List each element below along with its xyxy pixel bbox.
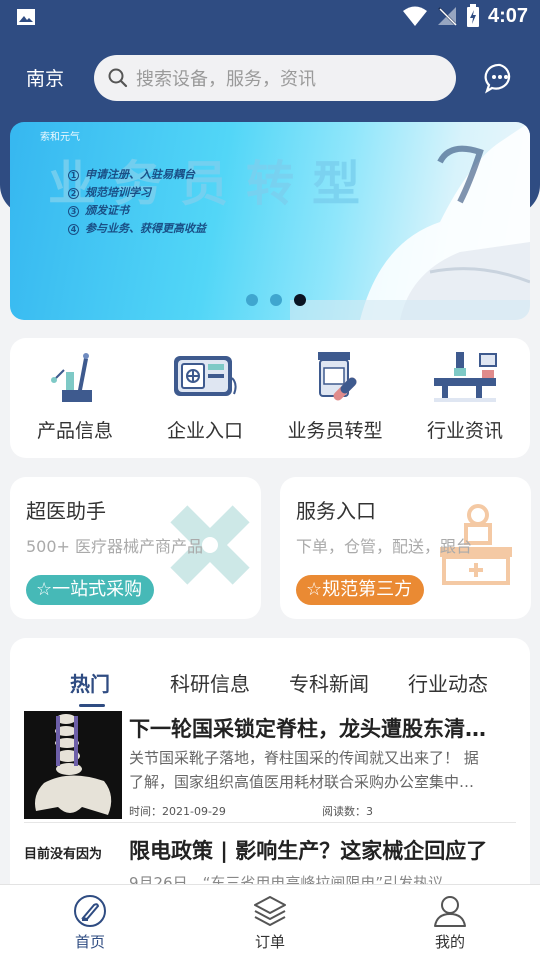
orders-layers-icon xyxy=(254,896,286,926)
news-tabs: 热门 科研信息 专科新闻 行业动态 xyxy=(10,668,530,708)
nav-profile[interactable]: 我的 xyxy=(360,885,540,960)
category-salesperson-transition[interactable]: 业务员转型 xyxy=(270,338,400,458)
message-icon[interactable] xyxy=(484,62,516,94)
search-bar[interactable]: 搜索设备，服务，资讯 xyxy=(94,55,456,101)
category-industry-news[interactable]: 行业资讯 xyxy=(400,338,530,458)
one-stop-purchase-tag[interactable]: ☆一站式采购 xyxy=(26,575,155,605)
article-title: 限电政策 | 影响生产？这家械企回应了 xyxy=(129,839,488,863)
category-label: 企业入口 xyxy=(166,420,243,442)
carousel-dot-active[interactable] xyxy=(294,294,306,306)
battery-charging-icon xyxy=(466,4,479,27)
article-meta: 时间：2021-09-29 阅读数：3 xyxy=(129,803,373,819)
category-label: 行业资讯 xyxy=(426,420,503,442)
gallery-notification-icon xyxy=(17,9,35,25)
category-grid: 产品信息 企业入口 业务员转型 行业资讯 xyxy=(10,338,530,458)
article-thumbnail xyxy=(24,711,122,819)
news-section: 热门 科研信息 专科新闻 行业动态 下一轮国采锁定脊柱，龙头遭股东清… 关节国采… xyxy=(10,638,530,898)
carousel-dot[interactable] xyxy=(270,294,282,306)
medicine-bottle-icon xyxy=(318,352,357,401)
medical-device-icon xyxy=(174,356,237,396)
nav-label: 首页 xyxy=(74,933,105,951)
article-thumbnail-text: 目前没有因为 xyxy=(24,847,103,862)
banner-step: 1 申请注册、入驻易耦台 xyxy=(68,166,206,184)
banner-step-list: 1 申请注册、入驻易耦台 2 规范培训学习 3 颁发证书 4 参与业务、获得更高收益 xyxy=(68,166,206,238)
category-label: 产品信息 xyxy=(36,420,113,442)
article-time: 时间：2021-09-29 xyxy=(129,805,226,818)
tab-industry-trends[interactable]: 行业动态 xyxy=(408,668,488,697)
nav-label: 我的 xyxy=(434,933,465,951)
news-article[interactable]: 下一轮国采锁定脊柱，龙头遭股东清… 关节国采靴子落地，脊柱国采的传闻就又出来了！… xyxy=(24,711,516,823)
banner-step: 4 参与业务、获得更高收益 xyxy=(68,220,206,238)
service-title: 超医助手 xyxy=(26,499,106,523)
carousel-indicator xyxy=(246,294,306,306)
search-icon xyxy=(108,68,128,88)
article-read-count: 阅读数：3 xyxy=(322,805,373,818)
no-signal-icon xyxy=(437,7,457,26)
promo-banner[interactable]: 索和元气 业务员转型 1 申请注册、入驻易耦台 2 规范培训学习 3 颁发证书 4 参与… xyxy=(10,122,530,320)
nav-orders[interactable]: 订单 xyxy=(180,885,360,960)
third-party-standard-tag[interactable]: ☆规范第三方 xyxy=(296,575,425,605)
status-bar: 4:07 xyxy=(0,0,540,36)
city-selector[interactable]: 南京 xyxy=(26,64,64,91)
search-placeholder: 搜索设备，服务，资讯 xyxy=(136,69,316,90)
service-card-super-assistant[interactable]: 超医助手 500+ 医疗器械产商产品 ☆一站式采购 xyxy=(10,477,261,619)
active-tab-indicator xyxy=(79,704,105,707)
tab-specialty-news[interactable]: 专科新闻 xyxy=(289,668,369,697)
home-icon xyxy=(74,895,106,927)
banner-logo: 索和元气 xyxy=(40,132,80,143)
article-title: 下一轮国采锁定脊柱，龙头遭股东清… xyxy=(129,717,486,741)
category-enterprise-entry[interactable]: 企业入口 xyxy=(140,338,270,458)
nav-home[interactable]: 首页 xyxy=(0,885,180,960)
service-card-service-entry[interactable]: 服务入口 下单，仓管，配送，跟台 ☆规范第三方 xyxy=(280,477,531,619)
service-subtitle: 500+ 医疗器械产商产品 xyxy=(26,537,204,556)
medical-equipment-icon xyxy=(434,352,497,402)
category-product-info[interactable]: 产品信息 xyxy=(10,338,140,458)
article-summary: 关节国采靴子落地，脊柱国采的传闻就又出来了！ 据 了解，国家组织高值医用耗材联合… xyxy=(129,749,479,791)
tab-hot[interactable]: 热门 xyxy=(70,668,110,697)
service-title: 服务入口 xyxy=(296,499,376,523)
nav-label: 订单 xyxy=(254,933,285,951)
category-label: 业务员转型 xyxy=(287,420,383,442)
clock: 4:07 xyxy=(487,4,528,27)
tab-research[interactable]: 科研信息 xyxy=(170,668,250,697)
lab-flask-icon xyxy=(51,353,92,402)
spine-image xyxy=(24,711,122,819)
profile-icon xyxy=(434,896,466,927)
wifi-icon xyxy=(402,6,427,26)
banner-step: 3 颁发证书 xyxy=(68,202,206,220)
service-subtitle: 下单，仓管，配送，跟台 xyxy=(296,537,473,556)
bottom-navigation: 首页 订单 我的 xyxy=(0,884,540,960)
carousel-dot[interactable] xyxy=(246,294,258,306)
banner-step: 2 规范培训学习 xyxy=(68,184,206,202)
